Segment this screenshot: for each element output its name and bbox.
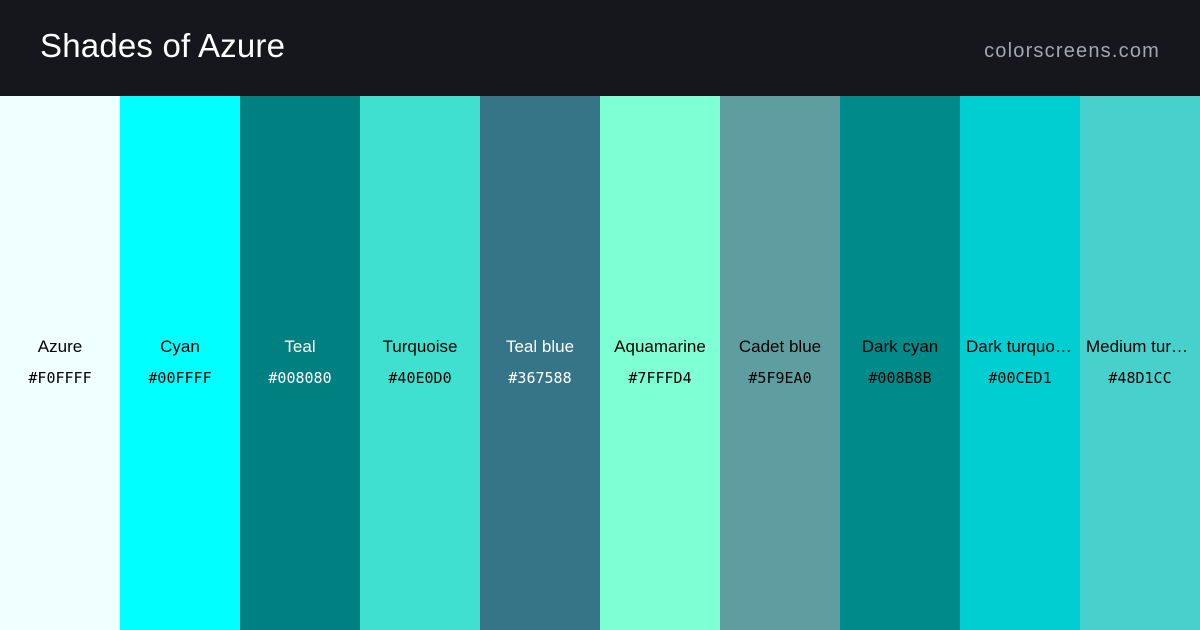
swatch-name: Turquoise bbox=[382, 337, 458, 356]
swatch-hex: #40E0D0 bbox=[388, 369, 452, 387]
color-swatch: Teal #008080 bbox=[240, 96, 360, 630]
color-swatch: Azure #F0FFFF bbox=[0, 96, 120, 630]
swatch-name: Teal blue bbox=[505, 337, 575, 356]
swatch-name: Azure bbox=[37, 337, 83, 356]
swatch-hex: #7FFFD4 bbox=[628, 369, 692, 387]
swatch-hex: #008080 bbox=[268, 369, 332, 387]
color-swatch: Cyan #00FFFF bbox=[120, 96, 240, 630]
swatch-name: Cadet blue bbox=[738, 337, 822, 356]
swatch-hex: #008B8B bbox=[868, 369, 932, 387]
swatch-name: Dark cyan bbox=[861, 337, 939, 356]
swatch-name: Dark turquoise bbox=[966, 337, 1074, 356]
color-swatch: Teal blue #367588 bbox=[480, 96, 600, 630]
color-swatch: Dark turquoise #00CED1 bbox=[960, 96, 1080, 630]
swatch-name: Medium turquoise bbox=[1086, 337, 1194, 356]
swatch-name: Teal bbox=[284, 337, 316, 356]
swatch-hex: #00FFFF bbox=[148, 369, 212, 387]
palette-page: Shades of Azure colorscreens.com Azure #… bbox=[0, 0, 1200, 630]
swatch-name: Cyan bbox=[160, 337, 200, 356]
site-name: colorscreens.com bbox=[984, 40, 1160, 62]
swatch-hex: #00CED1 bbox=[988, 369, 1052, 387]
page-title: Shades of Azure bbox=[40, 27, 286, 64]
color-swatch: Medium turquoise #48D1CC bbox=[1080, 96, 1200, 630]
color-swatch: Turquoise #40E0D0 bbox=[360, 96, 480, 630]
swatch-name: Aquamarine bbox=[614, 337, 706, 356]
swatch-row: Azure #F0FFFF Cyan #00FFFF Teal #008080 … bbox=[0, 96, 1200, 630]
swatch-hex: #F0FFFF bbox=[28, 369, 92, 387]
swatch-hex: #367588 bbox=[508, 369, 572, 387]
swatch-hex: #5F9EA0 bbox=[748, 369, 812, 387]
color-swatch: Cadet blue #5F9EA0 bbox=[720, 96, 840, 630]
header-bar: Shades of Azure colorscreens.com bbox=[0, 0, 1200, 96]
swatch-hex: #48D1CC bbox=[1108, 369, 1172, 387]
color-swatch: Dark cyan #008B8B bbox=[840, 96, 960, 630]
color-swatch: Aquamarine #7FFFD4 bbox=[600, 96, 720, 630]
